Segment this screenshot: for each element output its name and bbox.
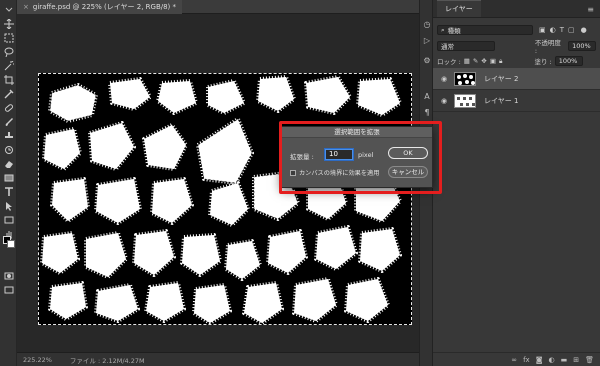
checkbox-box[interactable] bbox=[290, 169, 296, 176]
document-tab-bar: × giraffe.psd @ 225% (レイヤー 2, RGB/8) * bbox=[17, 0, 419, 14]
fill-value: 100% bbox=[558, 57, 578, 65]
tab-layers[interactable]: レイヤー bbox=[437, 0, 481, 17]
opacity-field[interactable]: 100% bbox=[568, 41, 597, 51]
ok-button[interactable]: OK bbox=[388, 147, 428, 159]
layer-thumbnail bbox=[454, 71, 476, 86]
paragraph-panel-icon[interactable]: ¶ bbox=[422, 108, 432, 118]
lock-all-icon[interactable]: 🔒︎ bbox=[499, 57, 502, 66]
layer-row[interactable]: ◉ レイヤー 1 bbox=[433, 90, 600, 112]
lock-label: ロック : bbox=[437, 58, 461, 66]
layer-filter-row: ⌕ 種類 ▣ ◐ T ▢ ● bbox=[437, 24, 596, 36]
layers-panel-footer: ∞ fx ◙ ◐ ▬ ⊞ 🗑︎ bbox=[433, 352, 600, 366]
lasso-tool-icon[interactable] bbox=[3, 46, 14, 57]
blend-mode-select[interactable]: 通常 bbox=[437, 41, 495, 51]
layer-thumbnail bbox=[454, 93, 476, 108]
healing-brush-tool-icon[interactable] bbox=[3, 102, 14, 113]
mask-icon[interactable]: ◙ bbox=[536, 356, 543, 364]
opacity-label: 不透明度 : bbox=[534, 39, 561, 55]
background-color-swatch[interactable] bbox=[7, 240, 15, 248]
trash-icon[interactable]: 🗑︎ bbox=[585, 356, 594, 364]
checkbox-label: カンバスの境界に効果を適用 bbox=[299, 170, 380, 177]
canvas-image[interactable] bbox=[38, 73, 412, 325]
tools-panel bbox=[0, 0, 17, 366]
filter-adjust-icon[interactable]: ◐ bbox=[550, 26, 556, 34]
expand-by-input[interactable]: 10 bbox=[325, 149, 353, 160]
properties-panel-icon[interactable]: ⚙ bbox=[422, 56, 432, 66]
gradient-tool-icon[interactable] bbox=[3, 172, 14, 183]
layers-panel-header: レイヤー bbox=[433, 0, 600, 18]
character-panel-icon[interactable]: A bbox=[422, 92, 432, 102]
expand-by-label: 拡張量 : bbox=[290, 153, 314, 161]
filter-shape-icon[interactable]: ▢ bbox=[568, 26, 575, 34]
filter-kind-label: 種類 bbox=[447, 27, 461, 35]
actions-panel-icon[interactable]: ▷ bbox=[422, 36, 432, 46]
photoshop-window: × giraffe.psd @ 225% (レイヤー 2, RGB/8) * 2… bbox=[0, 0, 600, 366]
path-selection-tool-icon[interactable] bbox=[3, 200, 14, 211]
quick-mask-icon[interactable] bbox=[3, 270, 14, 281]
panel-menu-icon[interactable]: ≡ bbox=[587, 5, 594, 14]
apply-canvas-bounds-checkbox[interactable]: カンバスの境界に効果を適用 bbox=[290, 168, 379, 177]
lock-artboard-icon[interactable]: ▣ bbox=[490, 57, 496, 65]
eraser-tool-icon[interactable] bbox=[3, 158, 14, 169]
search-icon: ⌕ bbox=[441, 25, 445, 34]
layer-name: レイヤー 1 bbox=[484, 96, 519, 105]
fx-icon[interactable]: fx bbox=[523, 356, 530, 364]
lock-position-icon[interactable]: ✥ bbox=[481, 57, 486, 65]
blend-row: 通常 不透明度 : 100% bbox=[437, 39, 597, 55]
filter-pixel-icon[interactable]: ▣ bbox=[539, 26, 546, 34]
stamp-tool-icon[interactable] bbox=[3, 130, 14, 141]
magic-wand-tool-icon[interactable] bbox=[3, 60, 14, 71]
folder-icon[interactable]: ▬ bbox=[561, 356, 568, 364]
layer-row[interactable]: ◉ レイヤー 2 bbox=[433, 68, 600, 90]
unit-label: pixel bbox=[358, 151, 374, 159]
dialog-title: 選択範囲を拡張 bbox=[282, 127, 432, 138]
zoom-level[interactable]: 225.22% bbox=[23, 356, 52, 364]
history-brush-tool-icon[interactable] bbox=[3, 144, 14, 155]
document-tab[interactable]: × giraffe.psd @ 225% (レイヤー 2, RGB/8) * bbox=[17, 0, 183, 14]
layer-name: レイヤー 2 bbox=[484, 74, 519, 83]
opacity-value: 100% bbox=[572, 42, 591, 50]
rectangle-tool-icon[interactable] bbox=[3, 214, 14, 225]
brush-tool-icon[interactable] bbox=[3, 116, 14, 127]
expand-selection-dialog: 選択範囲を拡張 拡張量 : 10 pixel カンバスの境界に効果を適用 OK … bbox=[281, 126, 433, 188]
eyedropper-tool-icon[interactable] bbox=[3, 88, 14, 99]
move-tool-icon[interactable] bbox=[3, 18, 14, 29]
filter-type-icon[interactable]: T bbox=[560, 26, 564, 34]
crop-tool-icon[interactable] bbox=[3, 74, 14, 85]
screen-mode-icon[interactable] bbox=[3, 284, 14, 295]
lock-transparent-icon[interactable]: ▦ bbox=[464, 57, 470, 65]
visibility-eye-icon[interactable]: ◉ bbox=[437, 75, 451, 83]
history-panel-icon[interactable]: ◷ bbox=[422, 20, 432, 30]
type-tool-icon[interactable] bbox=[3, 186, 14, 197]
new-layer-icon[interactable]: ⊞ bbox=[573, 356, 579, 364]
document-info[interactable]: ファイル : 2.12M/4.27M bbox=[70, 355, 145, 365]
status-bar: 225.22% ファイル : 2.12M/4.27M bbox=[17, 352, 419, 366]
lock-row: ロック : ▦ ✎ ✥ ▣ 🔒︎ 塗り : 100% bbox=[437, 55, 596, 67]
collapse-icon[interactable] bbox=[3, 4, 14, 15]
filter-kind-select[interactable]: ⌕ 種類 bbox=[437, 25, 533, 35]
adjustment-icon[interactable]: ◐ bbox=[549, 356, 555, 364]
tab-close-icon[interactable]: × bbox=[23, 3, 29, 11]
marquee-tool-icon[interactable] bbox=[3, 32, 14, 43]
blend-mode-value: 通常 bbox=[441, 43, 454, 51]
fill-field[interactable]: 100% bbox=[554, 56, 583, 66]
layers-panel: レイヤー ≡ ⌕ 種類 ▣ ◐ T ▢ ● 通常 不透明度 : 100% ロック… bbox=[433, 0, 600, 366]
link-icon[interactable]: ∞ bbox=[511, 356, 517, 364]
visibility-eye-icon[interactable]: ◉ bbox=[437, 97, 451, 105]
filter-toggle-icon[interactable]: ● bbox=[581, 26, 587, 34]
cancel-button[interactable]: キャンセル bbox=[388, 166, 428, 178]
lock-paint-icon[interactable]: ✎ bbox=[473, 57, 478, 65]
fill-label: 塗り : bbox=[534, 58, 552, 66]
document-tab-title: giraffe.psd @ 225% (レイヤー 2, RGB/8) * bbox=[32, 3, 177, 11]
